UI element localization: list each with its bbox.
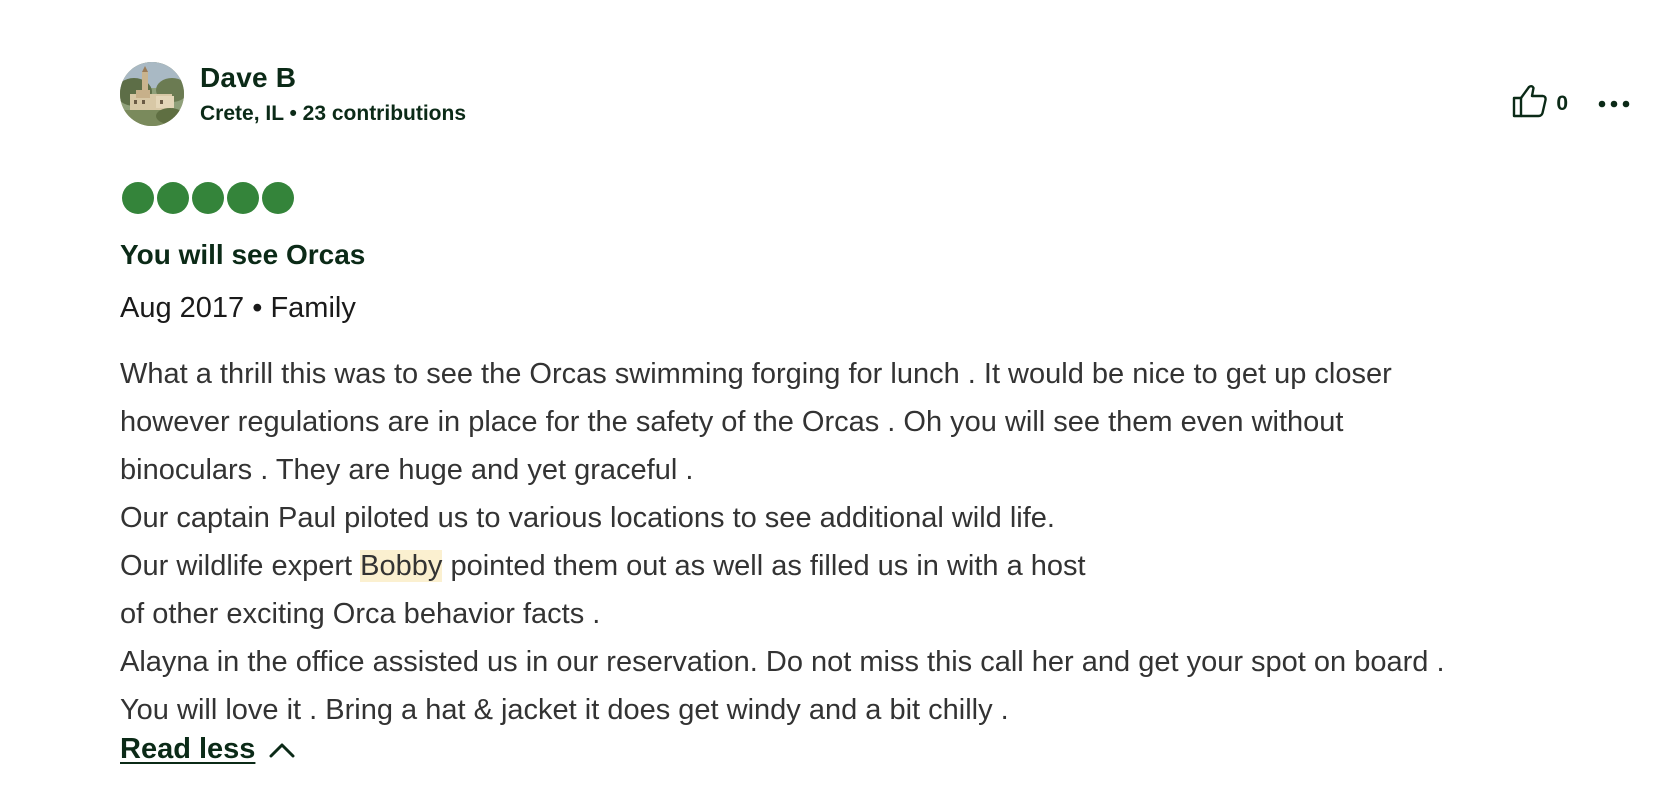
review-actions: 0 bbox=[1512, 84, 1630, 123]
review-body-line: What a thrill this was to see the Orcas … bbox=[120, 358, 1392, 390]
review-title[interactable]: You will see Orcas bbox=[120, 239, 365, 271]
rating-bubble bbox=[157, 182, 189, 214]
review-header: Dave B Crete, IL • 23 contributions 0 bbox=[120, 62, 1630, 132]
thumbs-up-icon bbox=[1512, 84, 1548, 123]
author-name[interactable]: Dave B bbox=[200, 62, 466, 94]
avatar-photo bbox=[120, 62, 184, 126]
chevron-up-icon bbox=[269, 742, 295, 758]
more-options-button[interactable] bbox=[1598, 95, 1630, 113]
review-body-line: Our wildlife expert Bobby pointed them o… bbox=[120, 542, 1640, 590]
read-less-button[interactable]: Read less bbox=[120, 733, 295, 766]
author-info: Dave B Crete, IL • 23 contributions bbox=[200, 62, 466, 126]
rating-bubble bbox=[227, 182, 259, 214]
review-body-line: Alayna in the office assisted us in our … bbox=[120, 646, 1445, 678]
trip-info: Aug 2017 • Family bbox=[120, 292, 356, 324]
review-body-line: of other exciting Orca behavior facts . bbox=[120, 598, 601, 630]
rating-bubble bbox=[192, 182, 224, 214]
review-card: Dave B Crete, IL • 23 contributions 0 Yo… bbox=[120, 62, 1630, 324]
helpful-count: 0 bbox=[1556, 91, 1568, 115]
rating-bubble bbox=[122, 182, 154, 214]
rating-bubbles bbox=[122, 182, 294, 214]
helpful-vote-button[interactable]: 0 bbox=[1512, 84, 1568, 123]
review-body-line: however regulations are in place for the… bbox=[120, 406, 1344, 438]
review-body-line: Our captain Paul piloted us to various l… bbox=[120, 502, 1055, 534]
more-options-icon bbox=[1598, 95, 1630, 113]
review-body: What a thrill this was to see the Orcas … bbox=[120, 350, 1640, 734]
review-body-text: Our wildlife expert bbox=[120, 550, 361, 582]
highlighted-keyword: Bobby bbox=[360, 550, 443, 582]
read-less-label: Read less bbox=[120, 733, 256, 765]
avatar[interactable] bbox=[120, 62, 184, 126]
review-body-line: You will love it . Bring a hat & jacket … bbox=[120, 694, 1009, 726]
review-body-text: pointed them out as well as filled us in… bbox=[442, 550, 1086, 582]
review-body-line: binoculars . They are huge and yet grace… bbox=[120, 454, 694, 486]
author-meta: Crete, IL • 23 contributions bbox=[200, 102, 467, 125]
rating-bubble bbox=[262, 182, 294, 214]
